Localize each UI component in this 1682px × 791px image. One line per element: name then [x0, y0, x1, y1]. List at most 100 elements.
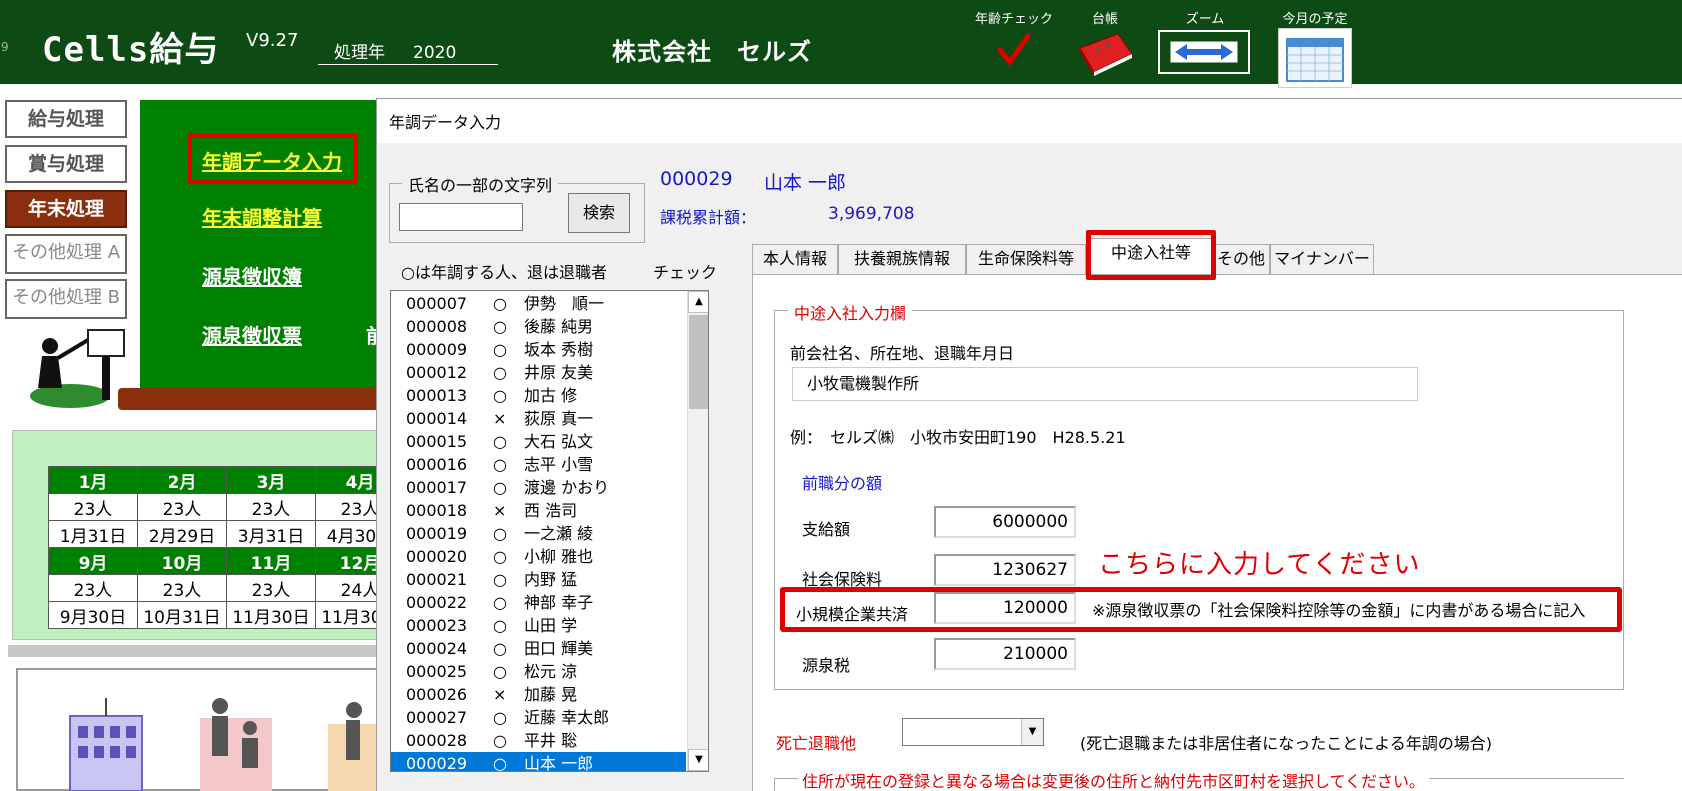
year-adjust-mark: ○ [493, 294, 507, 313]
small-business-note: ※源泉徴収票の「社会保険料控除等の金額」に内書がある場合に記入 [1092, 601, 1586, 620]
taxable-total-value: 3,969,708 [828, 204, 915, 224]
employee-list-item[interactable]: 000017 ○ 渡邊 かおり [391, 476, 686, 499]
employee-name-cell: 西 浩司 [524, 501, 578, 520]
withholding-book-link[interactable]: 源泉徴収簿 [202, 261, 302, 290]
year-adjust-mark: ○ [493, 754, 507, 772]
employee-list-item[interactable]: 000015 ○ 大石 弘文 [391, 430, 686, 453]
year-adjust-mark: ○ [493, 639, 507, 658]
search-button[interactable]: 検索 [568, 193, 630, 233]
person-icon[interactable] [324, 694, 380, 791]
scroll-thumb[interactable] [689, 315, 708, 409]
building-icon[interactable] [66, 696, 146, 791]
employee-list-item[interactable]: 000016 ○ 志平 小雪 [391, 453, 686, 476]
employee-list-scrollbar[interactable]: ▲ ▼ [687, 291, 708, 771]
payment-amount-field[interactable]: 6000000 [934, 506, 1076, 538]
employee-code-cell: 000022 [406, 593, 468, 612]
month-cell[interactable]: 9月 [48, 547, 138, 575]
tab-mynumber[interactable]: マイナンバー [1270, 244, 1374, 274]
employee-list-item[interactable]: 000025 ○ 松元 涼 [391, 660, 686, 683]
employee-name-cell: 伊勢 順一 [524, 294, 605, 313]
employee-list-item[interactable]: 000012 ○ 井原 友美 [391, 361, 686, 384]
processing-year: 処理年 2020 [318, 38, 498, 65]
year-end-button[interactable]: 年末処理 [5, 190, 127, 228]
bonus-button[interactable]: 賞与処理 [5, 145, 127, 183]
payment-amount-label: 支給額 [802, 520, 851, 539]
year-adjust-calc-link[interactable]: 年末調整計算 [202, 202, 322, 231]
month-cell[interactable]: 3月 [226, 466, 316, 494]
employee-list-item[interactable]: 000013 ○ 加古 修 [391, 384, 686, 407]
small-business-mutual-field[interactable]: 120000 [934, 592, 1076, 624]
employee-name-cell: 後藤 純男 [524, 317, 594, 336]
employee-list-item[interactable]: 000028 ○ 平井 聡 [391, 729, 686, 752]
zoom-button[interactable]: ズーム [1158, 8, 1252, 74]
tab-other[interactable]: その他 [1212, 244, 1270, 274]
year-adjust-mark: ○ [493, 570, 507, 589]
input-callout-text: こちらに入力してください [1098, 550, 1421, 580]
year-adjust-mark: ○ [493, 478, 507, 497]
employee-list-item[interactable]: 000024 ○ 田口 輝美 [391, 637, 686, 660]
employee-list-item[interactable]: 000021 ○ 内野 猛 [391, 568, 686, 591]
employee-code-cell: 000009 [406, 340, 468, 359]
employee-name-cell: 内野 猛 [524, 570, 578, 589]
withholding-tax-field[interactable]: 210000 [934, 638, 1076, 670]
tab-dependents[interactable]: 扶養親族情報 [838, 244, 966, 274]
employee-list-item[interactable]: 000023 ○ 山田 学 [391, 614, 686, 637]
employee-code-cell: 000018 [406, 501, 468, 520]
employee-list-item[interactable]: 000009 ○ 坂本 秀樹 [391, 338, 686, 361]
employee-code-cell: 000014 [406, 409, 468, 428]
monthly-calendar: 1月 2月 3月 4月 23人 23人 23人 23人 1月31日 2月29日 … [48, 466, 405, 629]
year-adjust-mark: ○ [493, 386, 507, 405]
year-adjust-mark: ○ [493, 731, 507, 750]
other-b-button[interactable]: その他処理 B [5, 279, 127, 319]
year-adjust-mark: ○ [493, 593, 507, 612]
employee-name-cell: 山田 学 [524, 616, 578, 635]
month-plan-label: 今月の予定 [1282, 12, 1348, 27]
year-adjust-mark: × [493, 501, 507, 520]
employee-list-item[interactable]: 000014 × 荻原 真一 [391, 407, 686, 430]
employee-list-item[interactable]: 000020 ○ 小柳 雅也 [391, 545, 686, 568]
month-cell[interactable]: 1月 [48, 466, 138, 494]
employee-listbox[interactable]: 000007 ○ 伊勢 順一 000008 ○ 後藤 純男 000009 ○ 坂本 秀樹 0000… [390, 290, 709, 772]
name-search-input[interactable] [399, 203, 523, 231]
double-arrow-icon [1170, 41, 1238, 63]
scroll-up-icon[interactable]: ▲ [688, 291, 708, 313]
death-retirement-select[interactable]: ▼ [902, 718, 1044, 746]
employee-list-item[interactable]: 000018 × 西 浩司 [391, 499, 686, 522]
year-adjust-mark: ○ [493, 432, 507, 451]
name-search-legend: 氏名の一部の文字列 [402, 172, 559, 196]
scroll-down-icon[interactable]: ▼ [688, 749, 708, 771]
withholding-slip-link[interactable]: 源泉徴収票 [202, 320, 302, 349]
social-insurance-field[interactable]: 1230627 [934, 554, 1076, 586]
employee-code-cell: 000028 [406, 731, 468, 750]
dropdown-arrow-icon[interactable]: ▼ [1021, 719, 1043, 745]
dialog-title: 年調データ入力 [377, 99, 1682, 143]
employee-list-item[interactable]: 000007 ○ 伊勢 順一 [391, 292, 686, 315]
month-cell[interactable]: 10月 [137, 547, 227, 575]
processing-year-label: 処理年 [334, 43, 385, 63]
employee-list-item[interactable]: 000022 ○ 神部 幸子 [391, 591, 686, 614]
small-business-mutual-label: 小規模企業共済 [796, 605, 909, 624]
employee-list-item[interactable]: 000027 ○ 近藤 幸太郎 [391, 706, 686, 729]
personnel-icon[interactable] [196, 688, 276, 791]
month-cell[interactable]: 11月 [226, 547, 316, 575]
headcount-cell: 23人 [137, 493, 227, 521]
month-plan-button[interactable]: 今月の予定 [1274, 8, 1356, 88]
tab-personal[interactable]: 本人情報 [752, 244, 838, 274]
headcount-cell: 23人 [137, 574, 227, 602]
taxable-total-label: 課税累計額： [660, 208, 757, 227]
age-check-button[interactable]: 年齢チェック [974, 8, 1054, 74]
employee-code-cell: 000021 [406, 570, 468, 589]
previous-company-field[interactable]: 小牧電機製作所 [792, 367, 1418, 401]
month-cell[interactable]: 2月 [137, 466, 227, 494]
employee-list-item[interactable]: 000019 ○ 一之瀬 綾 [391, 522, 686, 545]
employee-list-item[interactable]: 000029 ○ 山本 一郎 [391, 752, 686, 772]
app-header: 9 Cells給与 V9.27 処理年 2020 株式会社 セルズ 年齢チェック … [0, 0, 1682, 88]
employee-list-item[interactable]: 000026 × 加藤 晃 [391, 683, 686, 706]
other-a-button[interactable]: その他処理 A [5, 234, 127, 274]
employee-name-cell: 平井 聡 [524, 731, 578, 750]
tab-life-insurance[interactable]: 生命保険料等 [966, 244, 1086, 274]
menu-shelf-bar [118, 388, 380, 410]
ledger-button[interactable]: 台帳 [1070, 8, 1140, 82]
employee-list-item[interactable]: 000008 ○ 後藤 純男 [391, 315, 686, 338]
payroll-button[interactable]: 給与処理 [5, 100, 127, 138]
